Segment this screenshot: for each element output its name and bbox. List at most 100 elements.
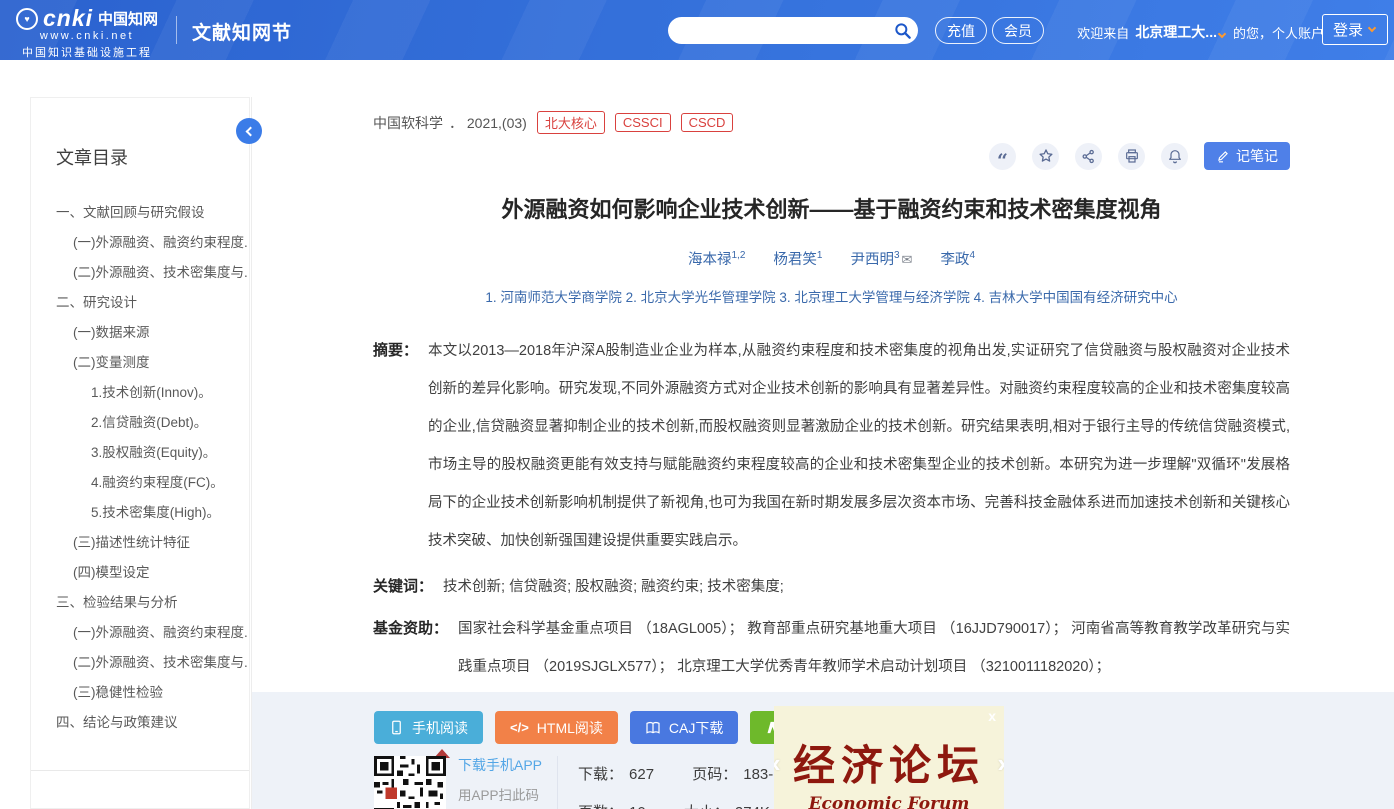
- toc-item[interactable]: (一)外源融资、融资约束程度...: [31, 618, 249, 648]
- sidebar-divider: [31, 770, 249, 771]
- org-selector[interactable]: 北京理工大...: [1135, 22, 1227, 42]
- app-promo: 下载手机APP 用APP扫此码 同步阅读此篇文章: [458, 755, 566, 809]
- html-read-button[interactable]: </> HTML阅读: [495, 711, 618, 744]
- welcome-prefix: 欢迎来自: [1077, 23, 1129, 42]
- promo-subtitle: Economic Forum: [774, 794, 1004, 809]
- toc-item[interactable]: 一、文献回顾与研究假设: [31, 198, 249, 228]
- toc-item[interactable]: (一)数据来源: [31, 318, 249, 348]
- toc-title: 文章目录: [56, 144, 249, 170]
- share-button[interactable]: [1075, 143, 1102, 170]
- file-size-label: 大小：: [684, 804, 729, 809]
- toc-item[interactable]: (二)变量测度: [31, 348, 249, 378]
- download-app-link[interactable]: 下载手机APP: [458, 755, 566, 775]
- globe-icon: ♥: [16, 8, 38, 30]
- toc-item[interactable]: (三)稳健性检验: [31, 678, 249, 708]
- cnki-logo[interactable]: ♥ cnki 中国知网 www.cnki.net 中国知识基础设施工程: [16, 5, 158, 60]
- toc-item[interactable]: 4.融资约束程度(FC)。: [31, 468, 249, 498]
- stats-divider: [557, 756, 558, 809]
- logo-cnki-text: cnki: [43, 5, 93, 32]
- qr-code: [374, 756, 446, 809]
- search-icon[interactable]: [888, 17, 918, 44]
- recharge-button[interactable]: 充值: [935, 17, 987, 44]
- author-link[interactable]: 尹西明3✉: [850, 252, 912, 268]
- login-button[interactable]: 登录: [1322, 14, 1388, 45]
- toc-item[interactable]: 5.技术密集度(High)。: [31, 498, 249, 528]
- book-icon: [645, 720, 661, 736]
- welcome-suffix: 的您，个人账户: [1233, 23, 1324, 42]
- member-button[interactable]: 会员: [992, 17, 1044, 44]
- authors-row: 海本禄1,2 杨君笑1 尹西明3✉ 李政4: [373, 248, 1290, 269]
- abstract-label: 摘要：: [373, 332, 418, 560]
- journal-promo-banner[interactable]: 经济论坛 Economic Forum x ‹ ›: [774, 706, 1004, 809]
- quote-button[interactable]: “: [989, 143, 1016, 170]
- keywords-row: 关键词： 技术创新; 信贷融资; 股权融资; 融资约束; 技术密集度;: [373, 574, 1290, 600]
- article-main: 中国软科学 ． 2021,(03) 北大核心 CSSCI CSCD “ 记笔记 …: [251, 97, 1394, 692]
- toc-item[interactable]: (一)外源融资、融资约束程度...: [31, 228, 249, 258]
- abstract-row: 摘要： 本文以2013—2018年沪深A股制造业企业为样本,从融资约束程度和技术…: [373, 332, 1290, 560]
- search-input[interactable]: [668, 23, 888, 38]
- bell-icon: [1167, 148, 1183, 164]
- toc-item[interactable]: 三、检验结果与分析: [31, 588, 249, 618]
- logo-cn-text: 中国知网: [98, 8, 158, 29]
- toc-item[interactable]: 1.技术创新(Innov)。: [31, 378, 249, 408]
- toc-item[interactable]: (四)模型设定: [31, 558, 249, 588]
- alert-button[interactable]: [1161, 143, 1188, 170]
- carousel-prev-icon[interactable]: ‹: [774, 750, 781, 776]
- close-icon[interactable]: x: [988, 708, 996, 724]
- core-badge: 北大核心: [537, 111, 605, 134]
- search-bar: [668, 17, 918, 44]
- toc-item[interactable]: (二)外源融资、技术密集度与...: [31, 648, 249, 678]
- toc-item[interactable]: 二、研究设计: [31, 288, 249, 318]
- article-title: 外源融资如何影响企业技术创新——基于融资约束和技术密集度视角: [373, 192, 1290, 224]
- phone-icon: [389, 720, 404, 735]
- welcome-area: 欢迎来自 北京理工大... 的您，个人账户: [1077, 22, 1324, 42]
- download-count-label: 下载：: [578, 766, 623, 783]
- toc-list: 一、文献回顾与研究假设(一)外源融资、融资约束程度...(二)外源融资、技术密集…: [31, 198, 249, 738]
- toc-item[interactable]: 3.股权融资(Equity)。: [31, 438, 249, 468]
- caj-download-button[interactable]: CAJ下载: [630, 711, 738, 744]
- share-icon: [1081, 149, 1096, 164]
- pencil-icon: [1216, 149, 1230, 163]
- file-size: 274K: [735, 804, 770, 809]
- sidebar-collapse-button[interactable]: [236, 118, 262, 144]
- keywords-label: 关键词：: [373, 574, 433, 600]
- fund-row: 基金资助： 国家社会科学基金重点项目 （18AGL005）； 教育部重点研究基地…: [373, 610, 1290, 686]
- fund-label: 基金资助：: [373, 610, 448, 686]
- logo-subtitle: 中国知识基础设施工程: [16, 44, 158, 60]
- chevron-down-icon: [1218, 30, 1226, 38]
- article-toolbar: “ 记笔记: [373, 142, 1290, 170]
- cscd-badge: CSCD: [681, 113, 734, 132]
- author-link[interactable]: 杨君笑1: [773, 252, 822, 268]
- keywords-text[interactable]: 技术创新; 信贷融资; 股权融资; 融资约束; 技术密集度;: [443, 574, 784, 600]
- printer-icon: [1124, 148, 1140, 164]
- toc-item[interactable]: 四、结论与政策建议: [31, 708, 249, 738]
- download-section: 手机阅读 </> HTML阅读 CAJ下载 PDF下载: [251, 692, 1394, 809]
- page-count-label: 页数：: [578, 804, 623, 809]
- mail-icon: ✉: [902, 252, 913, 267]
- toc-item[interactable]: (三)描述性统计特征: [31, 528, 249, 558]
- qr-stamp: [386, 788, 398, 800]
- journal-issue: ． 2021,(03): [449, 113, 527, 133]
- abstract-text: 本文以2013—2018年沪深A股制造业企业为样本,从融资约束程度和技术密集度的…: [428, 332, 1290, 560]
- toc-item[interactable]: (二)外源融资、技术密集度与...: [31, 258, 249, 288]
- mobile-read-button[interactable]: 手机阅读: [374, 711, 483, 744]
- note-button[interactable]: 记笔记: [1204, 142, 1290, 170]
- fund-text[interactable]: 国家社会科学基金重点项目 （18AGL005）； 教育部重点研究基地重大项目 （…: [458, 610, 1290, 686]
- journal-link[interactable]: 中国软科学: [373, 113, 443, 133]
- journal-meta: 中国软科学 ． 2021,(03) 北大核心 CSSCI CSCD: [373, 97, 1290, 134]
- author-link[interactable]: 李政4: [940, 252, 975, 268]
- cssci-badge: CSSCI: [615, 113, 671, 132]
- page-count: 10: [629, 804, 646, 809]
- chevron-down-icon: [1368, 24, 1376, 32]
- logo-url: www.cnki.net: [16, 30, 158, 42]
- toc-item[interactable]: 2.信贷融资(Debt)。: [31, 408, 249, 438]
- sidebar: 文章目录 一、文献回顾与研究假设(一)外源融资、融资约束程度...(二)外源融资…: [30, 97, 250, 809]
- star-icon: [1038, 148, 1054, 164]
- carousel-next-icon[interactable]: ›: [997, 750, 1004, 776]
- print-button[interactable]: [1118, 143, 1145, 170]
- author-link[interactable]: 海本禄1,2: [688, 252, 745, 268]
- affiliations[interactable]: 1. 河南师范大学商学院 2. 北京大学光华管理学院 3. 北京理工大学管理与经…: [373, 286, 1290, 306]
- favorite-button[interactable]: [1032, 143, 1059, 170]
- top-header: ♥ cnki 中国知网 www.cnki.net 中国知识基础设施工程 文献知网…: [0, 0, 1394, 60]
- header-divider: [176, 16, 177, 44]
